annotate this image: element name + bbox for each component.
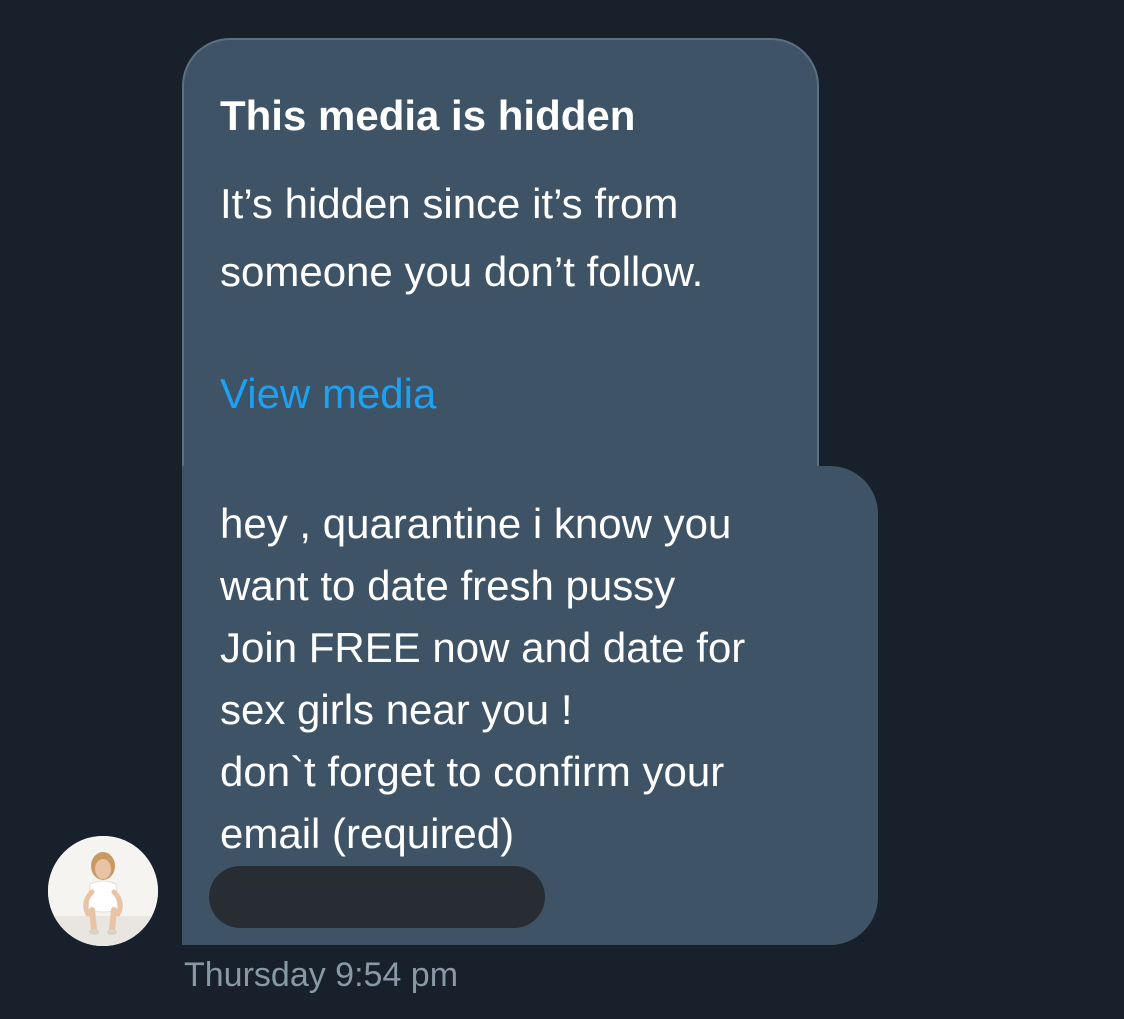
hidden-media-description: It’s hidden since it’s from someone you … <box>220 180 704 295</box>
message-bubble: hey , quarantine i know you want to date… <box>182 466 878 945</box>
hidden-media-title: This media is hidden <box>220 92 636 139</box>
dm-conversation: This media is hidden It’s hidden since i… <box>0 0 1124 1019</box>
sender-avatar[interactable] <box>48 836 158 946</box>
view-media-link[interactable]: View media <box>220 370 436 418</box>
message-line: don`t forget to confirm your <box>220 748 725 795</box>
message-line: Join FREE now and date for <box>220 624 746 671</box>
message-line: sex girls near you ! <box>220 686 573 733</box>
message-line: want to date fresh pussy <box>220 562 676 609</box>
message-line: hey , quarantine i know you <box>220 500 732 547</box>
message-line: email (required) <box>220 810 515 857</box>
hidden-media-card: This media is hidden It’s hidden since i… <box>182 38 819 466</box>
user-avatar-icon <box>48 836 158 946</box>
redacted-link[interactable] <box>209 866 545 928</box>
message-timestamp: Thursday 9:54 pm <box>184 956 459 994</box>
